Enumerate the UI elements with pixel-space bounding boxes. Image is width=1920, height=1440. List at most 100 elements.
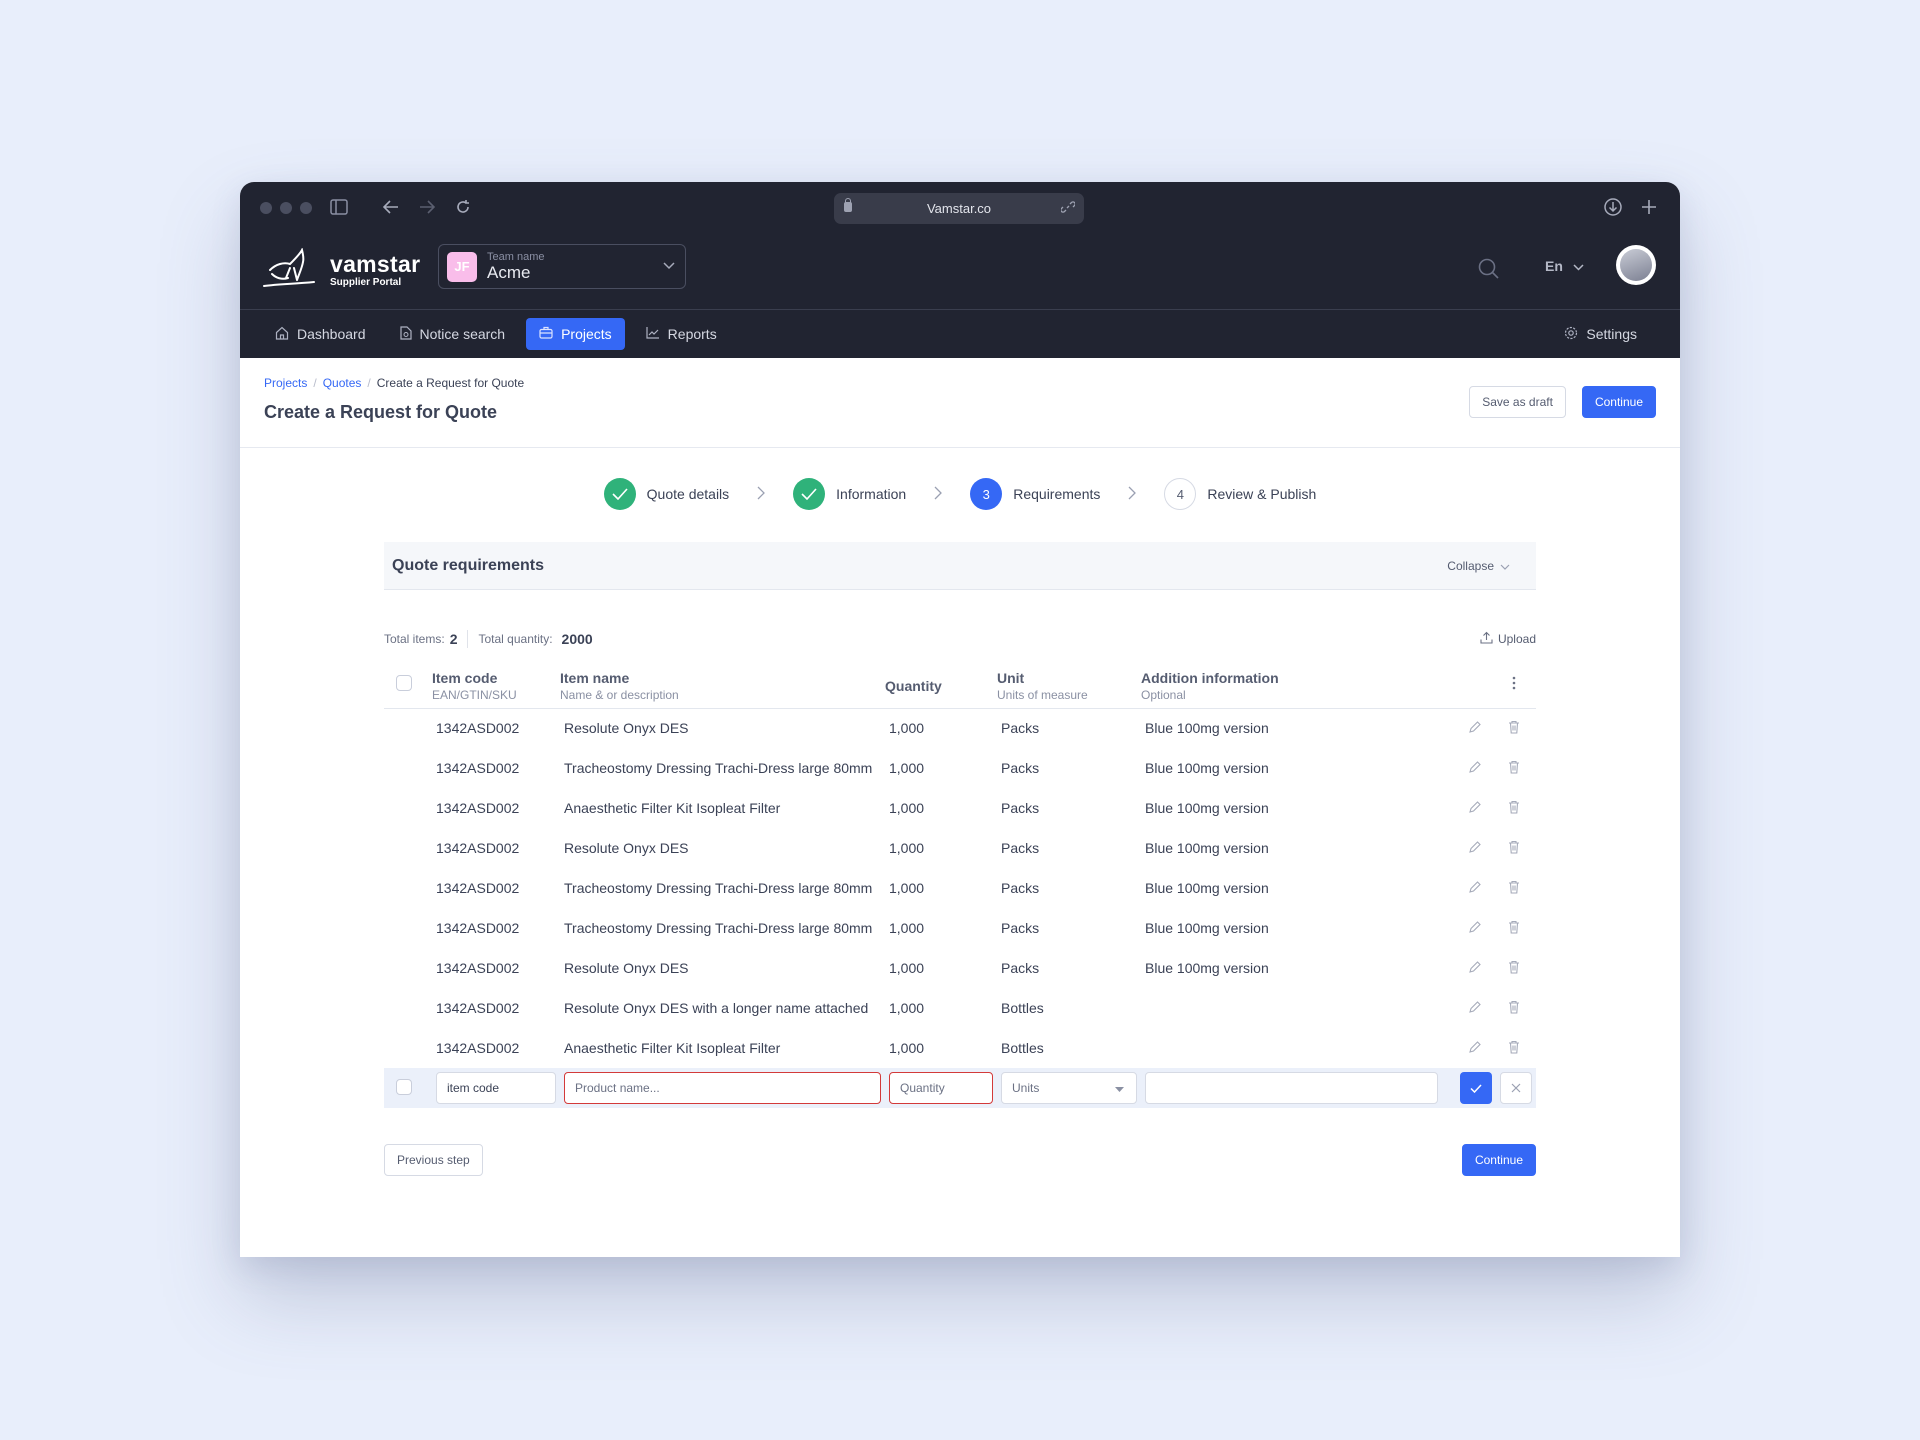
chevron-down-icon [1500, 559, 1510, 573]
edit-pencil-icon[interactable] [1466, 1040, 1482, 1057]
save-draft-button[interactable]: Save as draft [1469, 386, 1566, 418]
table-row[interactable]: 1342ASD002 Tracheostomy Dressing Trachi-D… [384, 748, 1536, 788]
language-selector[interactable]: En [1545, 258, 1584, 274]
new-tab-icon[interactable] [1638, 196, 1660, 218]
nav-item-settings[interactable]: Settings [1551, 318, 1650, 350]
step-quote-details[interactable]: Quote details [603, 478, 729, 510]
units-select-value: Units [1012, 1081, 1040, 1095]
column-header-unit[interactable]: Unit [997, 670, 1141, 686]
units-select[interactable]: Units [1001, 1072, 1137, 1104]
close-icon [1511, 1083, 1521, 1093]
item-additional-info: Blue 100mg version [1145, 760, 1269, 776]
row-select-cell [384, 708, 432, 748]
table-row[interactable]: 1342ASD002 Resolute Onyx DES with a longe… [384, 988, 1536, 1028]
delete-trash-icon[interactable] [1506, 1040, 1522, 1057]
step-review-publish[interactable]: 4 Review & Publish [1164, 478, 1316, 510]
upload-button[interactable]: Upload [1480, 631, 1536, 647]
row-select-cell [384, 948, 432, 988]
team-logo: JF [447, 251, 477, 282]
team-name: Acme [487, 262, 531, 282]
item-code: 1342ASD002 [436, 800, 520, 816]
table-row[interactable]: 1342ASD002 Resolute Onyx DES 1,000 Packs Blu… [384, 708, 1536, 748]
item-code: 1342ASD002 [436, 880, 520, 896]
maximize-window-button[interactable] [300, 202, 312, 214]
nav-item-reports[interactable]: Reports [633, 318, 730, 350]
item-code-input[interactable]: item code [436, 1072, 556, 1104]
user-avatar[interactable] [1616, 245, 1656, 285]
nav-item-notice-search[interactable]: Notice search [387, 318, 519, 350]
table-row[interactable]: 1342ASD002 Tracheostomy Dressing Trachi-D… [384, 868, 1536, 908]
team-selector[interactable]: JF Team name Acme [438, 244, 686, 289]
chevron-down-icon [1573, 258, 1584, 274]
step-requirements[interactable]: 3 Requirements [970, 478, 1100, 510]
table-row[interactable]: 1342ASD002 Resolute Onyx DES 1,000 Packs Blu… [384, 948, 1536, 988]
table-row[interactable]: 1342ASD002 Anaesthetic Filter Kit Isoplea… [384, 1028, 1536, 1068]
minimize-window-button[interactable] [280, 202, 292, 214]
edit-pencil-icon[interactable] [1466, 920, 1482, 937]
cancel-row-button[interactable] [1500, 1072, 1532, 1104]
continue-button[interactable]: Continue [1461, 1144, 1536, 1176]
item-name: Anaesthetic Filter Kit Isopleat Filter [564, 1040, 781, 1056]
table-body: 1342ASD002 Resolute Onyx DES 1,000 Packs Blu… [384, 708, 1536, 1068]
additional-info-input[interactable] [1145, 1072, 1438, 1104]
item-quantity: 1,000 [889, 1040, 925, 1056]
table-row[interactable]: 1342ASD002 Resolute Onyx DES 1,000 Packs Blu… [384, 828, 1536, 868]
delete-trash-icon[interactable] [1506, 840, 1522, 857]
confirm-row-button[interactable] [1460, 1072, 1492, 1104]
column-header-name[interactable]: Item name [560, 670, 885, 686]
nav-item-dashboard[interactable]: Dashboard [262, 318, 379, 350]
delete-trash-icon[interactable] [1506, 960, 1522, 977]
edit-pencil-icon[interactable] [1466, 800, 1482, 817]
collapse-toggle[interactable]: Collapse [1447, 559, 1510, 573]
nav-item-projects[interactable]: Projects [526, 318, 625, 350]
edit-pencil-icon[interactable] [1466, 760, 1482, 777]
item-unit: Packs [1001, 720, 1040, 737]
continue-button[interactable]: Continue [1581, 386, 1656, 418]
app-header: vamstar Supplier Portal JF Team name Acm… [240, 232, 1680, 310]
download-icon[interactable] [1602, 196, 1624, 218]
delete-trash-icon[interactable] [1506, 800, 1522, 817]
edit-pencil-icon[interactable] [1466, 1000, 1482, 1017]
edit-pencil-icon[interactable] [1466, 720, 1482, 737]
item-additional-info: Blue 100mg version [1145, 880, 1269, 896]
breadcrumb-quotes[interactable]: Quotes [323, 376, 362, 390]
edit-pencil-icon[interactable] [1466, 960, 1482, 977]
delete-trash-icon[interactable] [1506, 720, 1522, 737]
new-row-checkbox[interactable] [396, 1078, 412, 1095]
link-icon[interactable] [1060, 200, 1076, 217]
previous-step-button[interactable]: Previous step [384, 1144, 483, 1176]
forward-arrow-icon[interactable] [416, 196, 438, 218]
item-additional-info: Blue 100mg version [1145, 800, 1269, 816]
item-name: Tracheostomy Dressing Trachi-Dress large… [564, 760, 873, 776]
item-quantity: 1,000 [889, 920, 925, 936]
total-items-value: 2 [449, 631, 458, 647]
check-icon [793, 478, 826, 510]
delete-trash-icon[interactable] [1506, 1000, 1522, 1017]
table-row[interactable]: 1342ASD002 Tracheostomy Dressing Trachi-D… [384, 908, 1536, 948]
select-all-checkbox[interactable] [396, 675, 412, 692]
form-footer: Previous step Continue [384, 1144, 1536, 1176]
more-options-icon[interactable] [1512, 676, 1516, 694]
breadcrumb-projects[interactable]: Projects [264, 376, 307, 390]
reload-icon[interactable] [452, 196, 474, 218]
chevron-down-icon [663, 259, 675, 273]
delete-trash-icon[interactable] [1506, 880, 1522, 897]
sidebar-toggle-icon[interactable] [328, 196, 350, 218]
edit-pencil-icon[interactable] [1466, 880, 1482, 897]
close-window-button[interactable] [260, 202, 272, 214]
delete-trash-icon[interactable] [1506, 920, 1522, 937]
address-bar[interactable]: Vamstar.co [834, 193, 1084, 224]
table-row[interactable]: 1342ASD002 Anaesthetic Filter Kit Isoplea… [384, 788, 1536, 828]
vamstar-logo[interactable]: vamstar Supplier Portal [262, 247, 420, 293]
edit-pencil-icon[interactable] [1466, 840, 1482, 857]
step-information[interactable]: Information [793, 478, 906, 510]
quantity-input[interactable]: Quantity [889, 1072, 993, 1104]
product-name-input[interactable]: Product name... [564, 1072, 881, 1104]
column-header-quantity[interactable]: Quantity [885, 678, 997, 694]
delete-trash-icon[interactable] [1506, 760, 1522, 777]
column-header-code[interactable]: Item code [432, 670, 560, 686]
search-icon[interactable] [1478, 258, 1500, 280]
back-arrow-icon[interactable] [380, 196, 402, 218]
column-header-info[interactable]: Addition information [1141, 670, 1442, 686]
page-title: Create a Request for Quote [264, 402, 498, 422]
